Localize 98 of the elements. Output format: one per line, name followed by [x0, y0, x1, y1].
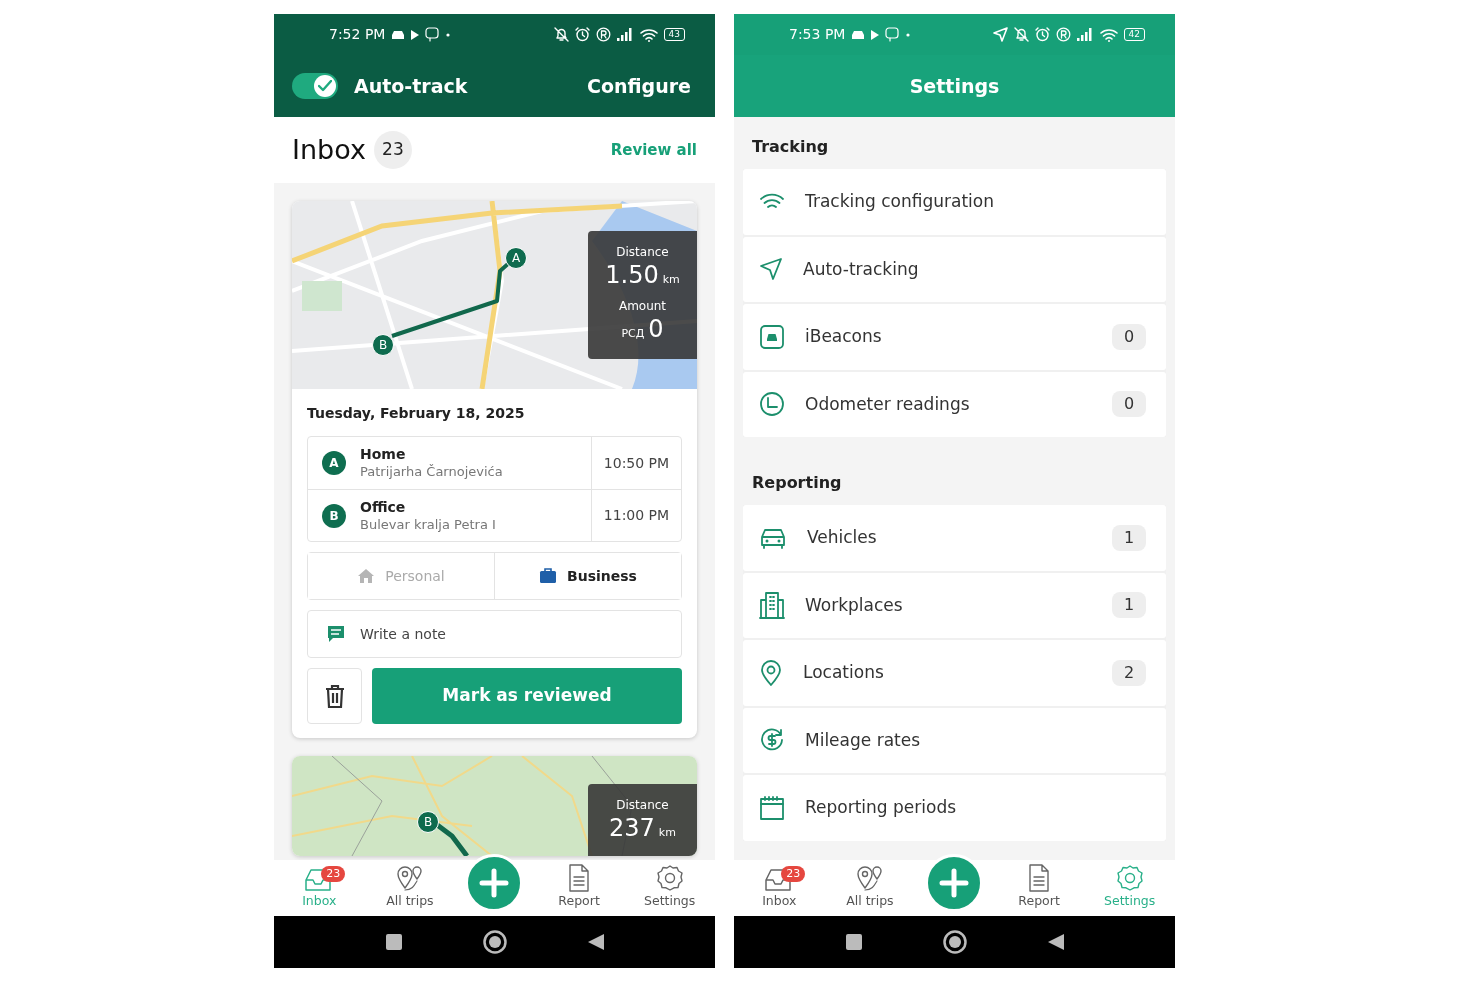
distance-value: 1.50: [605, 261, 659, 289]
trip-date: Tuesday, February 18, 2025: [306, 404, 526, 423]
back-triangle-icon[interactable]: [1046, 933, 1065, 951]
dot-icon: [906, 32, 911, 37]
nav-tab[interactable]: Report: [533, 860, 625, 916]
square-icon[interactable]: [384, 933, 403, 951]
registered-icon: [595, 27, 611, 42]
plus-icon: [479, 868, 510, 898]
count-badge: 1: [1112, 592, 1146, 619]
stop-address: Bulevar kralja Petra I: [360, 515, 496, 534]
auto-track-label: Auto-track: [354, 73, 468, 99]
distance-unit: km: [658, 825, 676, 841]
nav-tab[interactable]: All trips: [824, 860, 916, 916]
nav-tab[interactable]: Settings: [624, 860, 715, 916]
registered-icon: [1055, 27, 1071, 42]
home-circle-icon[interactable]: [482, 930, 507, 954]
house-icon: [357, 568, 376, 584]
map-pins-icon: [394, 864, 425, 893]
inbox-title: Inbox: [292, 132, 366, 167]
amount-value: 0: [648, 315, 664, 343]
count-badge: 0: [1112, 391, 1146, 418]
stop-name: Office: [360, 497, 407, 516]
wifi-icon: [759, 192, 785, 211]
settings-item[interactable]: Tracking configuration: [743, 169, 1166, 235]
check-icon: [318, 80, 332, 92]
status-time: 7:52 PM: [329, 25, 386, 44]
building-icon: [759, 591, 785, 620]
distance-label: Distance: [616, 244, 669, 261]
purpose-toggle[interactable]: Business: [494, 553, 681, 599]
app-icon: [885, 27, 901, 42]
back-triangle-icon[interactable]: [586, 933, 605, 951]
count-badge: 1: [1112, 524, 1146, 551]
alarm-clock-icon: [1034, 27, 1050, 42]
count-badge: 23: [781, 866, 806, 882]
play-icon: [411, 29, 420, 40]
stop-time: 10:50 PM: [591, 437, 681, 489]
auto-track-switch[interactable]: [292, 73, 338, 99]
section-title: Reporting: [751, 472, 843, 494]
app-icon: [425, 27, 441, 42]
settings-item[interactable]: Vehicles 1: [743, 505, 1166, 571]
distance-unit: km: [662, 272, 680, 288]
nav-tab[interactable]: 23 Inbox: [274, 860, 365, 916]
briefcase-icon: [539, 568, 558, 584]
navigation-icon: [759, 257, 783, 282]
delete-button[interactable]: [307, 668, 362, 724]
settings-item[interactable]: Locations 2: [743, 640, 1166, 706]
distance-label: Distance: [616, 797, 669, 814]
dot-icon: [446, 32, 451, 37]
signal-icon: [1076, 28, 1094, 41]
calendar-icon: [759, 794, 785, 821]
settings-item[interactable]: Odometer readings 0: [743, 371, 1166, 437]
settings-item[interactable]: iBeacons 0: [743, 304, 1166, 370]
distance-value: 237: [609, 814, 655, 842]
bell-off-icon: [1013, 27, 1029, 42]
clock-icon: [759, 391, 785, 418]
wifi-icon: [639, 27, 658, 42]
play-icon: [871, 29, 880, 40]
document-icon: [567, 864, 592, 893]
settings-item[interactable]: Auto-tracking: [743, 236, 1166, 302]
section-title: Tracking: [751, 136, 830, 158]
count-badge: 23: [321, 866, 346, 882]
nav-tab[interactable]: 23 Inbox: [734, 860, 825, 916]
currency-label: РСД: [621, 326, 645, 342]
location-pin-icon: [759, 658, 783, 687]
map-pins-icon: [854, 864, 885, 893]
stop-name: Home: [360, 445, 407, 463]
battery-level: 43: [663, 28, 685, 41]
navigation-icon: [992, 27, 1008, 42]
signal-icon: [616, 28, 634, 41]
nav-tab[interactable]: Report: [993, 860, 1085, 916]
count-badge: 2: [1112, 659, 1146, 686]
battery-level: 42: [1123, 28, 1145, 41]
plus-icon: [939, 868, 970, 898]
home-circle-icon[interactable]: [942, 930, 967, 954]
settings-item[interactable]: Reporting periods: [743, 775, 1166, 841]
settings-item[interactable]: Mileage rates: [743, 707, 1166, 773]
settings-icon: [655, 864, 684, 893]
configure-button[interactable]: Configure: [581, 70, 697, 102]
document-icon: [1027, 864, 1052, 893]
count-badge: 0: [1112, 323, 1146, 350]
status-time: 7:53 PM: [789, 25, 846, 44]
stop-time: 11:00 PM: [591, 490, 681, 541]
wifi-icon: [1099, 27, 1118, 42]
screen-title: Settings: [908, 73, 1001, 99]
settings-icon: [1115, 864, 1144, 893]
bell-off-icon: [553, 27, 569, 42]
settings-item[interactable]: Workplaces 1: [743, 572, 1166, 638]
note-field[interactable]: Write a note: [307, 610, 682, 658]
alarm-clock-icon: [574, 27, 590, 42]
stop-address: Patrijarha Čarnojevića: [360, 463, 503, 481]
square-icon[interactable]: [844, 933, 863, 951]
count-badge: 23: [373, 131, 412, 169]
stop-marker: A: [322, 451, 346, 475]
stop-marker: B: [322, 503, 346, 528]
nav-tab[interactable]: All trips: [364, 860, 456, 916]
trash-icon: [324, 684, 345, 708]
amount-label: Amount: [618, 298, 667, 315]
comment-icon: [327, 625, 345, 643]
